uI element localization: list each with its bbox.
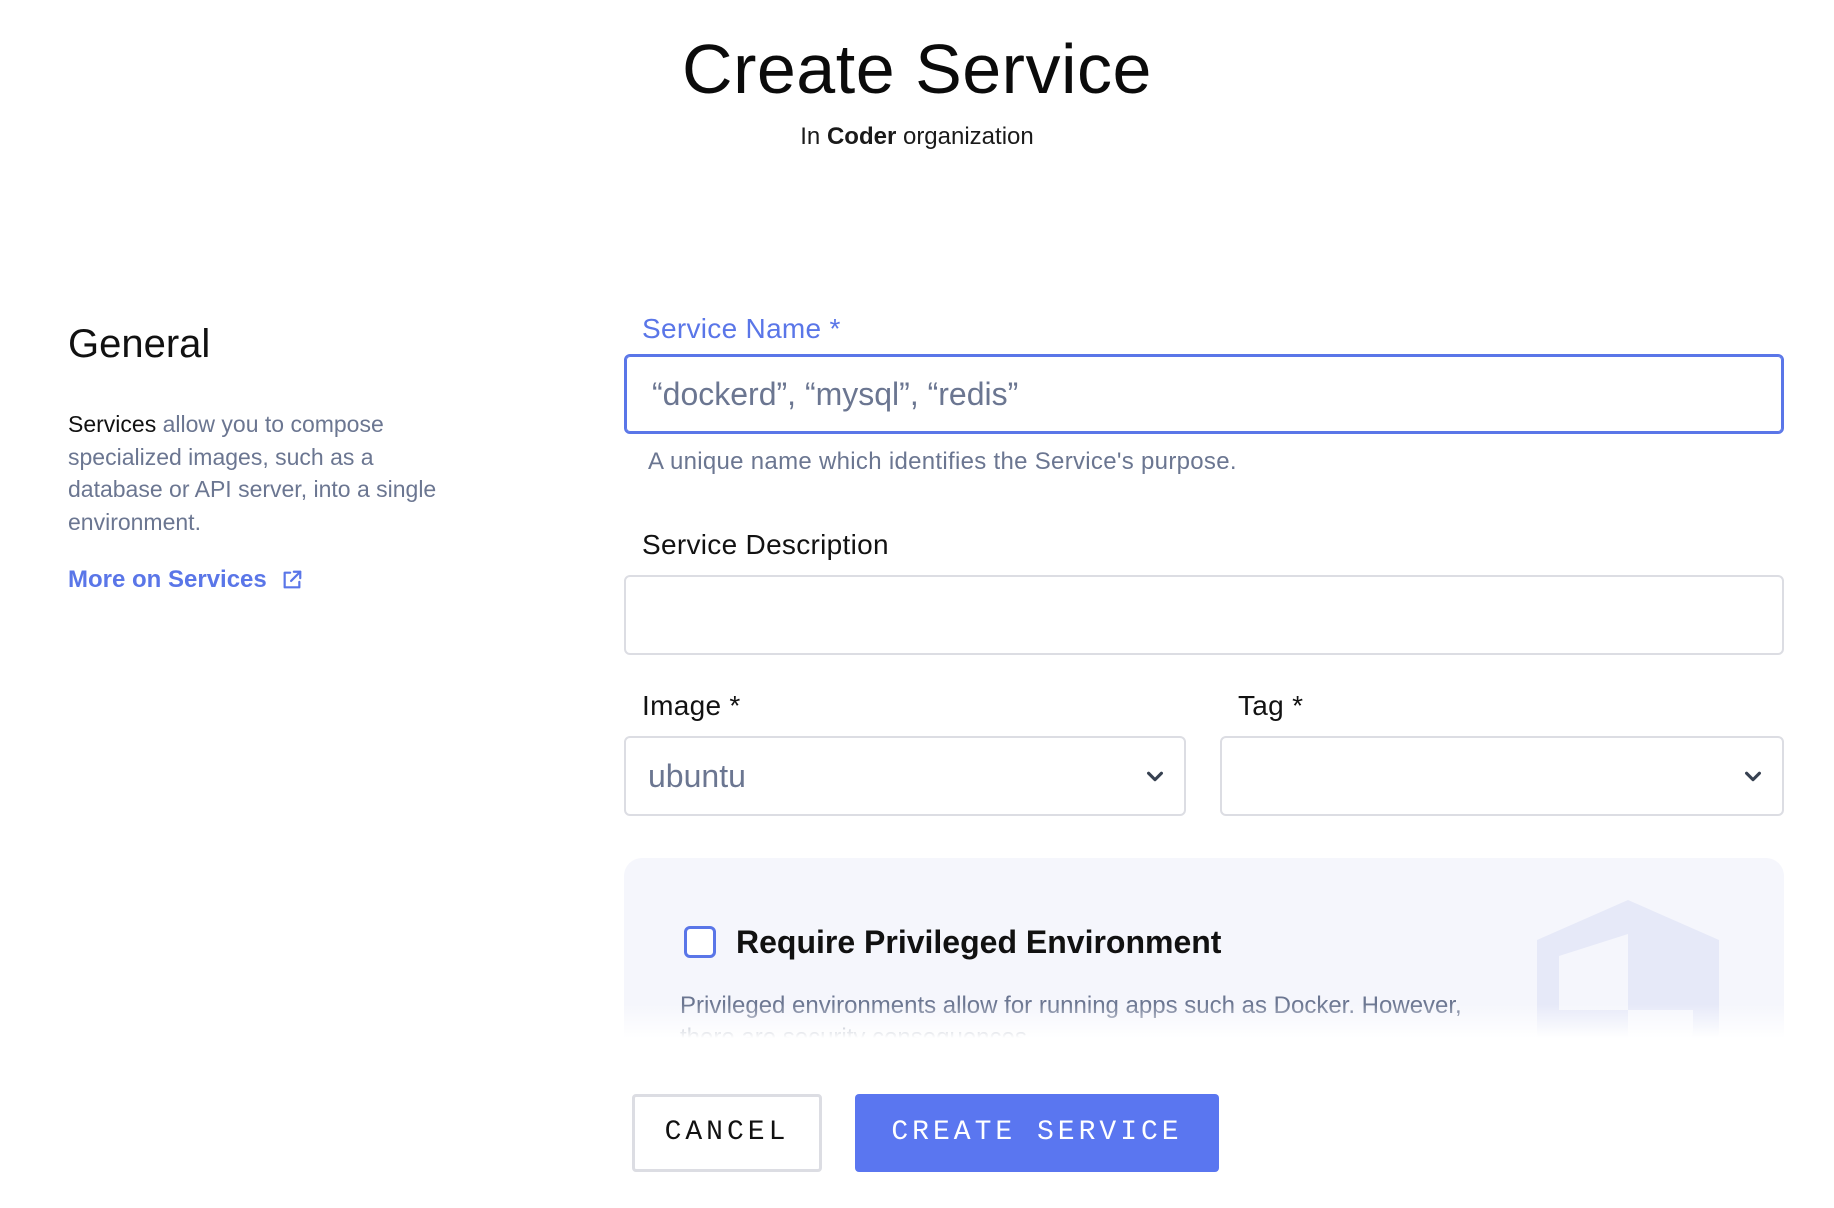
create-service-button[interactable]: CREATE SERVICE bbox=[855, 1094, 1219, 1172]
privileged-label: Require Privileged Environment bbox=[736, 924, 1222, 960]
organization-name: Coder bbox=[826, 123, 897, 150]
general-section: General Services allow you to compose sp… bbox=[68, 320, 468, 594]
service-name-label-text: Service Name bbox=[642, 313, 822, 344]
page-subtitle: In Coder organization bbox=[0, 122, 1834, 152]
page-title: Create Service bbox=[682, 30, 1152, 108]
tag-label: Tag * bbox=[1238, 689, 1303, 723]
service-name-field bbox=[624, 354, 1784, 434]
chevron-down-icon bbox=[1745, 771, 1761, 782]
required-mark: * bbox=[1292, 690, 1304, 721]
more-on-services-link[interactable]: More on Services bbox=[68, 566, 303, 594]
required-mark: * bbox=[729, 690, 741, 721]
section-description: Services allow you to compose specialize… bbox=[68, 408, 468, 538]
chevron-down-icon bbox=[1147, 771, 1163, 782]
service-description-label: Service Description bbox=[642, 529, 889, 560]
link-label: More on Services bbox=[68, 566, 267, 593]
image-label-text: Image bbox=[642, 690, 722, 721]
service-name-input[interactable] bbox=[626, 356, 1782, 432]
subtitle-prefix: In bbox=[800, 123, 821, 150]
section-title: General bbox=[68, 322, 211, 366]
image-select[interactable]: ubuntu bbox=[624, 736, 1186, 816]
image-selected-value: ubuntu bbox=[648, 757, 746, 794]
cancel-button[interactable]: CANCEL bbox=[632, 1094, 822, 1172]
tag-label-text: Tag bbox=[1238, 690, 1285, 721]
image-label: Image * bbox=[642, 689, 741, 723]
service-name-helper: A unique name which identifies the Servi… bbox=[648, 448, 1237, 475]
service-description-field bbox=[624, 575, 1784, 655]
privileged-checkbox[interactable] bbox=[684, 926, 716, 958]
privileged-environment-card: Require Privileged Environment Privilege… bbox=[624, 858, 1784, 1038]
service-description-input[interactable] bbox=[626, 577, 1782, 653]
external-link-icon bbox=[283, 570, 302, 589]
card-fade bbox=[624, 1004, 1784, 1038]
tag-select[interactable] bbox=[1220, 736, 1784, 816]
service-name-label: Service Name * bbox=[642, 312, 841, 346]
required-mark: * bbox=[829, 313, 841, 344]
subtitle-suffix: organization bbox=[902, 123, 1034, 150]
services-term: Services bbox=[68, 411, 157, 437]
